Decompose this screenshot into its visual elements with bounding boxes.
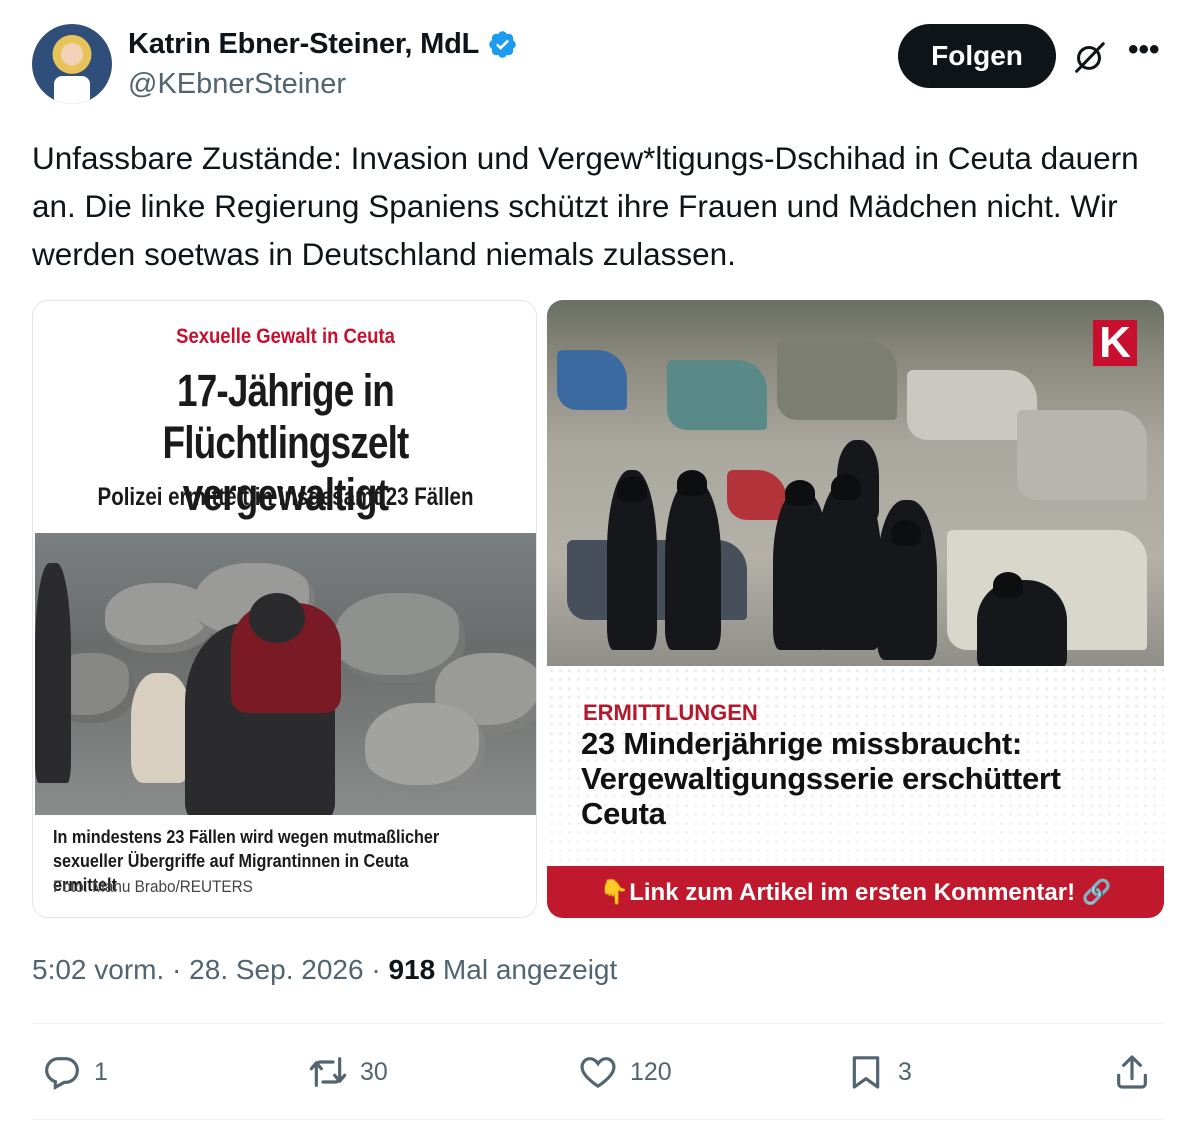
meta-separator-2: · <box>363 954 389 985</box>
author-name[interactable]: Katrin Ebner-Steiner, MdL <box>128 28 479 61</box>
bookmark-count: 3 <box>898 1057 912 1086</box>
media-grid: Sexuelle Gewalt in Ceuta 17-Jährige in F… <box>32 300 1164 918</box>
right-photo: K <box>547 300 1164 666</box>
repost-icon <box>309 1057 347 1087</box>
tweet-time[interactable]: 5:02 vorm. <box>32 954 164 985</box>
bookmark-icon <box>852 1056 880 1089</box>
author-handle[interactable]: @KEbnerSteiner <box>128 68 346 101</box>
left-subheadline: Polizei ermittelt in insgesamt 23 Fällen <box>97 483 474 511</box>
right-kicker: ERMITTLUNGEN <box>583 700 758 725</box>
reply-button[interactable]: 1 <box>42 1052 108 1092</box>
media-image-right[interactable]: K ERMITTLUNGEN 23 Minderjährige missbrau… <box>547 300 1164 918</box>
heart-icon <box>580 1057 616 1089</box>
right-headline: 23 Minderjährige missbraucht: Vergewalti… <box>581 726 1061 831</box>
more-icon[interactable]: ••• <box>1128 35 1164 70</box>
action-bar: 1 30 120 3 <box>32 1046 1164 1102</box>
avatar[interactable] <box>32 24 112 104</box>
divider-bottom <box>32 1119 1164 1120</box>
k-logo: K <box>1093 320 1137 366</box>
article-link-banner: 👇Link zum Artikel im ersten Kommentar! 🔗 <box>547 866 1164 918</box>
reply-icon <box>45 1057 79 1091</box>
share-icon <box>1117 1055 1147 1089</box>
meta-separator: · <box>164 954 190 985</box>
tweet-date[interactable]: 28. Sep. 2026 <box>189 954 363 985</box>
tweet-text: Unfassbare Zustände: Invasion und Vergew… <box>32 140 1139 272</box>
tweet-meta: 5:02 vorm. · 28. Sep. 2026 · 918 Mal ang… <box>32 954 617 986</box>
repost-button[interactable]: 30 <box>308 1052 388 1092</box>
repost-count: 30 <box>360 1057 388 1086</box>
tweet-header: Katrin Ebner-Steiner, MdL @KEbnerSteiner… <box>0 0 1196 120</box>
share-button[interactable] <box>1112 1052 1152 1092</box>
left-photo-credit: Foto: Manu Brabo/REUTERS <box>53 877 253 896</box>
grok-slash-icon[interactable] <box>1070 38 1108 76</box>
views-label: Mal angezeigt <box>435 954 618 985</box>
like-count: 120 <box>630 1057 672 1086</box>
bookmark-button[interactable]: 3 <box>846 1052 912 1092</box>
like-button[interactable]: 120 <box>578 1052 672 1092</box>
author-name-row[interactable]: Katrin Ebner-Steiner, MdL <box>128 28 518 61</box>
left-photo <box>35 533 536 815</box>
follow-button[interactable]: Folgen <box>898 24 1056 88</box>
verified-badge-icon <box>489 31 516 58</box>
reply-count: 1 <box>94 1057 108 1086</box>
divider-top <box>32 1023 1164 1024</box>
media-image-left[interactable]: Sexuelle Gewalt in Ceuta 17-Jährige in F… <box>32 300 537 918</box>
left-kicker: Sexuelle Gewalt in Ceuta <box>176 325 395 348</box>
views-count: 918 <box>388 954 436 985</box>
